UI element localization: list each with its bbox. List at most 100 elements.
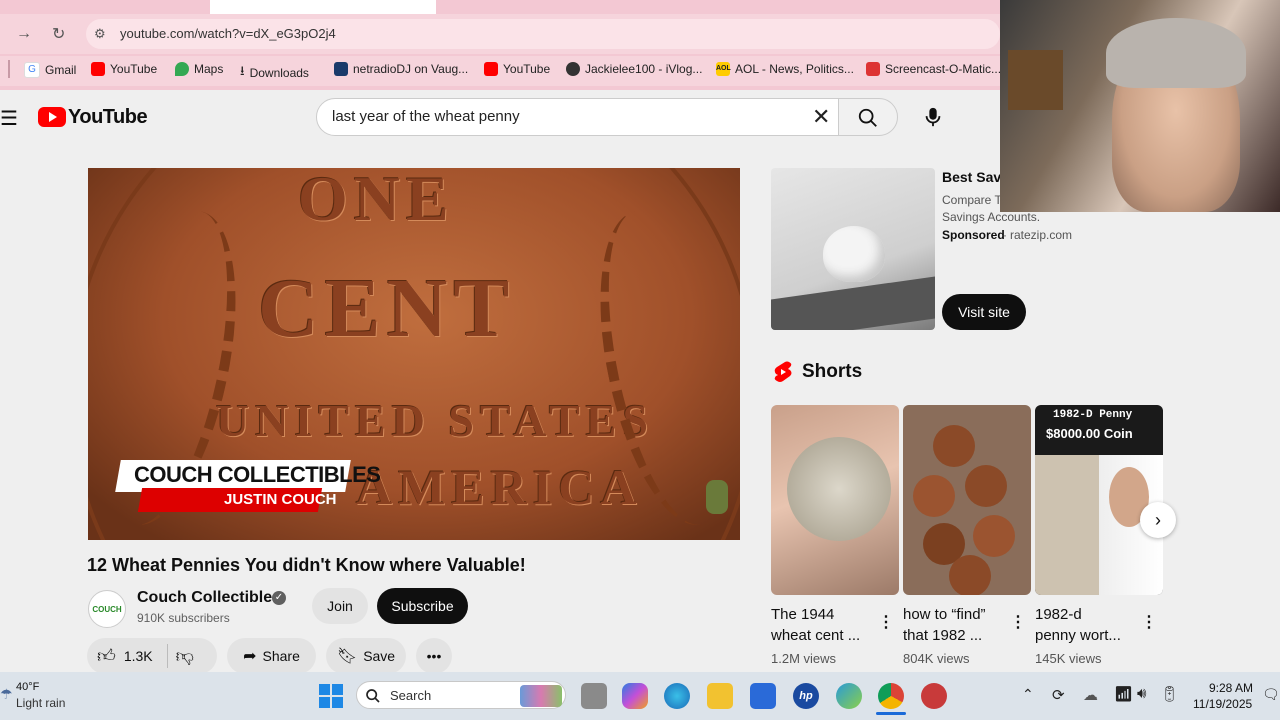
vaughn-icon <box>334 62 348 76</box>
rain-weather-icon[interactable]: ☂ <box>0 686 13 703</box>
search-button[interactable] <box>838 98 898 136</box>
short-thumbnail-2[interactable] <box>903 405 1031 595</box>
ship-model <box>1008 50 1063 110</box>
ad-domain: ratezip.com <box>1010 228 1073 242</box>
google-icon: G <box>24 62 40 78</box>
sync-icon[interactable]: ⟳ <box>1052 686 1065 704</box>
notification-icon[interactable]: 🗨︎ <box>1262 686 1280 703</box>
person-hair <box>1106 18 1246 88</box>
short-menu-icon-3[interactable]: ⋮ <box>1141 612 1157 632</box>
short-menu-icon-2[interactable]: ⋮ <box>1010 612 1026 632</box>
channel-watermark-icon <box>706 480 728 514</box>
like-divider <box>166 644 168 668</box>
screencast-taskbar-icon[interactable] <box>921 683 947 709</box>
taskbar-time[interactable]: 9:28 AM <box>1209 681 1253 695</box>
youtube-icon <box>91 62 105 76</box>
reload-icon[interactable]: ↻ <box>52 24 65 44</box>
file-explorer-icon[interactable] <box>707 683 733 709</box>
like-icon[interactable]: 👍︎ <box>97 645 116 667</box>
join-button[interactable]: Join <box>312 588 368 624</box>
short-title-3[interactable]: 1982-d penny wort... <box>1035 604 1135 646</box>
video-title: 12 Wheat Pennies You didn't Know where V… <box>87 555 526 575</box>
store-icon[interactable] <box>750 683 776 709</box>
forward-icon[interactable]: → <box>16 25 32 43</box>
taskbar-date[interactable]: 11/19/2025 <box>1193 697 1252 711</box>
copilot-icon[interactable] <box>622 683 648 709</box>
shorts-next-button[interactable]: › <box>1140 502 1176 538</box>
bookmark-screencast[interactable]: Screencast-O-Matic... <box>866 62 1001 76</box>
windows-start-icon[interactable] <box>319 684 343 708</box>
chrome-icon[interactable] <box>878 683 904 709</box>
short-menu-icon-1[interactable]: ⋮ <box>878 612 894 632</box>
bookmark-maps[interactable]: Maps <box>175 62 223 76</box>
bookmark-downloads[interactable]: ⭳ Downloads <box>240 62 309 84</box>
cloud-icon[interactable]: ☁ <box>1083 686 1098 704</box>
channel-avatar[interactable]: COUCH <box>88 590 126 628</box>
bookmark-youtube-2[interactable]: YouTube <box>484 62 550 76</box>
channel-name[interactable]: Couch Collectibles <box>137 589 281 607</box>
like-dislike-group: 👍︎ 1.3K 👎︎ <box>87 638 217 674</box>
volume-icon[interactable]: 🔊︎ <box>1137 685 1146 702</box>
youtube-logo-icon[interactable] <box>38 107 66 127</box>
like-count[interactable]: 1.3K <box>124 648 153 664</box>
subscribe-button[interactable]: Subscribe <box>377 588 468 624</box>
battery-icon[interactable]: 🔋︎ <box>1160 685 1179 703</box>
search-icon <box>858 108 877 127</box>
save-button[interactable]: 🔖︎ Save <box>326 638 406 674</box>
overlay-name-text: JUSTIN COUCH <box>224 491 337 508</box>
taskbar-search-icon <box>366 689 380 703</box>
tab-strip <box>0 0 1000 14</box>
coin-text-cent: CENT <box>258 262 516 355</box>
coin-text-united-states: UNITED STATES <box>216 395 655 446</box>
bookmark-aol[interactable]: AOL AOL - News, Politics... <box>716 62 854 76</box>
wifi-icon[interactable]: 📶︎ <box>1114 685 1133 703</box>
chevron-up-icon[interactable]: ⌃ <box>1022 686 1034 703</box>
chrome-active-indicator <box>876 712 906 715</box>
short-views-3: 145K views <box>1035 651 1102 666</box>
penny-2 <box>913 475 955 517</box>
task-view-icon[interactable] <box>581 683 607 709</box>
ad-title[interactable]: Best Savi <box>942 169 1005 185</box>
more-actions-button[interactable]: ••• <box>416 638 452 674</box>
short-title-1[interactable]: The 1944 wheat cent ... <box>771 604 871 646</box>
weather-temp[interactable]: 40°F <box>16 681 39 693</box>
url-text[interactable]: youtube.com/watch?v=dX_eG3pO2j4 <box>120 26 336 41</box>
maps-icon <box>175 62 189 76</box>
bookmark-icon: 🔖︎ <box>336 648 358 665</box>
help-app-icon[interactable] <box>836 683 862 709</box>
verified-icon: ✓ <box>272 591 286 605</box>
clear-search-icon[interactable]: ✕ <box>812 104 830 130</box>
bookmark-jackielee[interactable]: Jackielee100 - iVlog... <box>566 62 702 76</box>
shorts-heading: Shorts <box>802 361 863 382</box>
youtube-logo-text[interactable]: YouTube <box>68 106 148 129</box>
short-thumb-top-text: 1982-D Penny <box>1053 409 1133 421</box>
microphone-icon[interactable] <box>922 105 944 129</box>
more-icon: ••• <box>426 648 442 664</box>
bookmark-youtube[interactable]: YouTube <box>91 62 157 76</box>
share-button[interactable]: ➦ Share <box>227 638 316 674</box>
piggy-bank-icon <box>823 226 885 282</box>
visit-site-button[interactable]: Visit site <box>942 294 1026 330</box>
site-info-icon[interactable]: ⚙ <box>94 26 106 42</box>
overlay-channel-text: COUCH COLLECTIBLES <box>134 462 381 487</box>
bookmark-netradiodj[interactable]: netradioDJ on Vaug... <box>334 62 468 76</box>
penny-5 <box>973 515 1015 557</box>
taskbar-search-label[interactable]: Search <box>390 688 431 703</box>
dislike-icon[interactable]: 👎︎ <box>176 645 194 667</box>
hp-icon[interactable]: hp <box>793 683 819 709</box>
ad-thumbnail[interactable] <box>771 168 935 330</box>
edge-icon[interactable] <box>664 683 690 709</box>
ad-desc-line1: Compare T <box>942 193 1002 207</box>
short-thumbnail-3[interactable]: 1982-D Penny $8000.00 Coin <box>1035 405 1163 595</box>
webcam-overlay <box>1000 0 1280 212</box>
active-tab[interactable] <box>210 0 436 14</box>
menu-icon[interactable]: ☰ <box>0 106 18 131</box>
short-thumbnail-1[interactable] <box>771 405 899 595</box>
ad-desc-line2: Savings Accounts. <box>942 210 1041 224</box>
bookmark-gmail[interactable]: G Gmail <box>24 62 76 78</box>
search-input[interactable]: last year of the wheat penny <box>332 108 520 125</box>
weather-desc[interactable]: Light rain <box>16 696 65 710</box>
short-title-2[interactable]: how to “find” that 1982 ... <box>903 604 1003 646</box>
penny-6 <box>949 555 991 595</box>
bookmarks-divider <box>8 60 10 78</box>
